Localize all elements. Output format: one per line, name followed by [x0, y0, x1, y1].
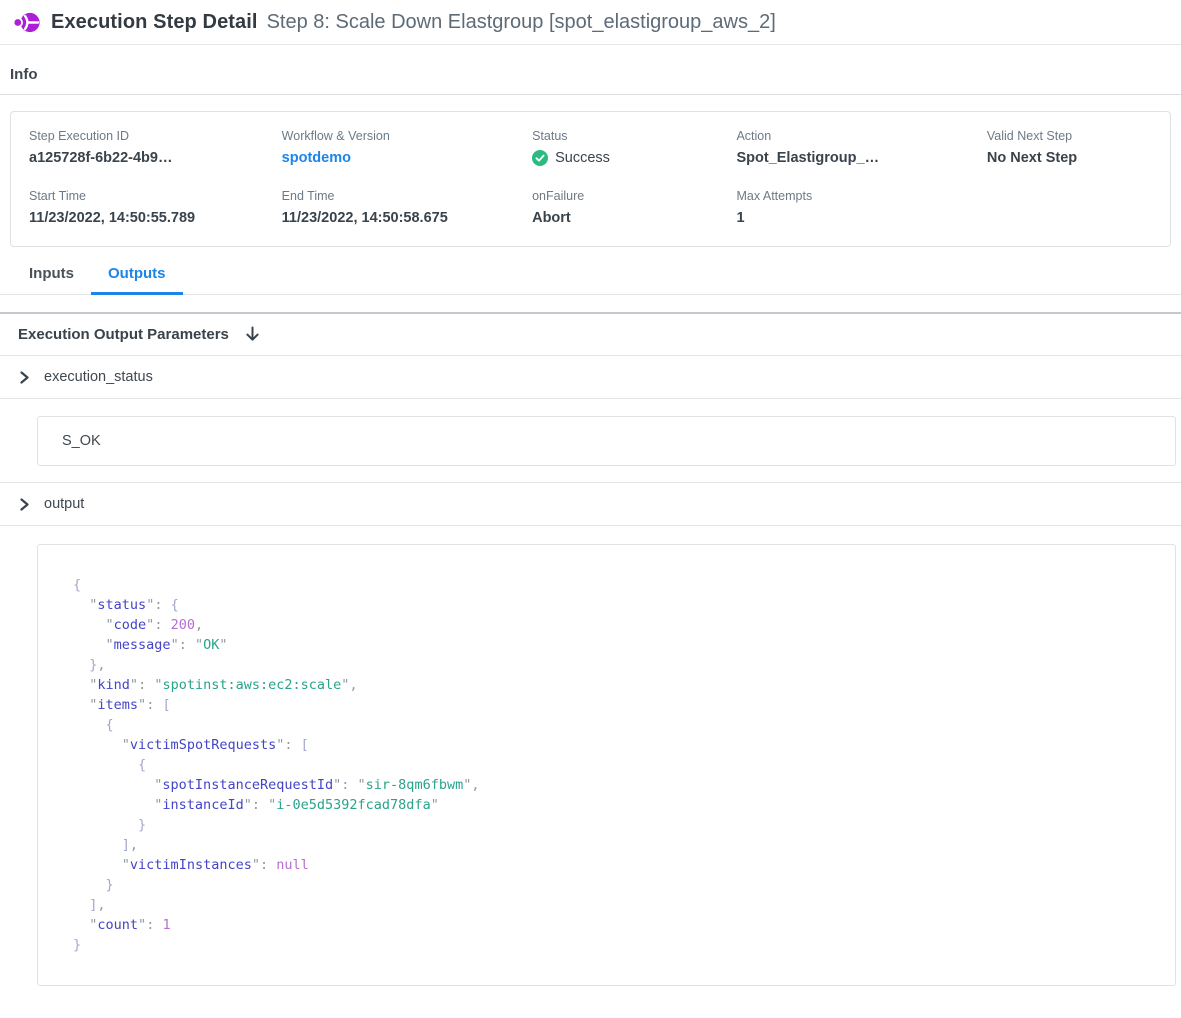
page-subtitle: Step 8: Scale Down Elastgroup [spot_elas…: [267, 11, 776, 34]
start-time-value: 11/23/2022, 14:50:55.789: [29, 210, 282, 226]
field-label: onFailure: [532, 189, 736, 203]
field-label: Workflow & Version: [282, 129, 532, 143]
param-row-output[interactable]: output: [0, 483, 1181, 526]
download-arrow-icon[interactable]: [244, 326, 261, 343]
field-max-attempts: Max Attempts 1: [736, 189, 986, 226]
json-output-box: { "status": { "code": 200, "message": "O…: [37, 544, 1176, 986]
field-start-time: Start Time 11/23/2022, 14:50:55.789: [29, 189, 282, 226]
param-name: output: [44, 496, 84, 512]
field-label: Status: [532, 129, 736, 143]
field-label: End Time: [282, 189, 532, 203]
tab-outputs[interactable]: Outputs: [91, 265, 183, 295]
info-card: Step Execution ID a125728f-6b22-4b9… Wor…: [10, 111, 1171, 247]
status-badge: Success: [532, 150, 736, 166]
onfailure-value: Abort: [532, 210, 736, 226]
workflow-link[interactable]: spotdemo: [282, 150, 351, 166]
spot-logo-icon: [13, 10, 40, 35]
chevron-right-icon: [18, 498, 31, 511]
json-output-view: { "status": { "code": 200, "message": "O…: [73, 575, 1159, 955]
field-action: Action Spot_Elastigroup_…: [736, 129, 986, 166]
field-status: Status Success: [532, 129, 736, 166]
outputs-section-header: Execution Output Parameters: [0, 314, 1181, 356]
field-label: Start Time: [29, 189, 282, 203]
field-step-execution-id: Step Execution ID a125728f-6b22-4b9…: [29, 129, 282, 166]
field-label: Action: [736, 129, 986, 143]
outputs-section-title: Execution Output Parameters: [18, 326, 229, 343]
detail-tabs: Inputs Outputs: [0, 264, 1181, 295]
status-text: Success: [555, 150, 610, 166]
info-divider: [0, 94, 1181, 95]
valid-next-step-value: No Next Step: [987, 150, 1152, 166]
max-attempts-value: 1: [736, 210, 986, 226]
page-header: Execution Step Detail Step 8: Scale Down…: [0, 0, 1181, 45]
action-value: Spot_Elastigroup_…: [736, 150, 986, 166]
step-execution-id-value: a125728f-6b22-4b9…: [29, 150, 282, 166]
end-time-value: 11/23/2022, 14:50:58.675: [282, 210, 532, 226]
field-label: Max Attempts: [736, 189, 986, 203]
param-body-execution-status: S_OK: [0, 416, 1181, 483]
param-name: execution_status: [44, 369, 153, 385]
param-row-execution-status[interactable]: execution_status: [0, 356, 1181, 399]
param-body-output: { "status": { "code": 200, "message": "O…: [0, 544, 1181, 986]
success-check-icon: [532, 150, 548, 166]
execution-status-value-box: S_OK: [37, 416, 1176, 466]
field-label: Valid Next Step: [987, 129, 1152, 143]
field-label: Step Execution ID: [29, 129, 282, 143]
tab-inputs[interactable]: Inputs: [12, 265, 91, 295]
field-workflow-version: Workflow & Version spotdemo: [282, 129, 532, 166]
field-valid-next-step: Valid Next Step No Next Step: [987, 129, 1152, 166]
field-onfailure: onFailure Abort: [532, 189, 736, 226]
field-end-time: End Time 11/23/2022, 14:50:58.675: [282, 189, 532, 226]
empty-cell: [987, 189, 1152, 226]
info-section-label: Info: [10, 66, 1181, 83]
page-title: Execution Step Detail: [51, 11, 258, 34]
chevron-right-icon: [18, 371, 31, 384]
